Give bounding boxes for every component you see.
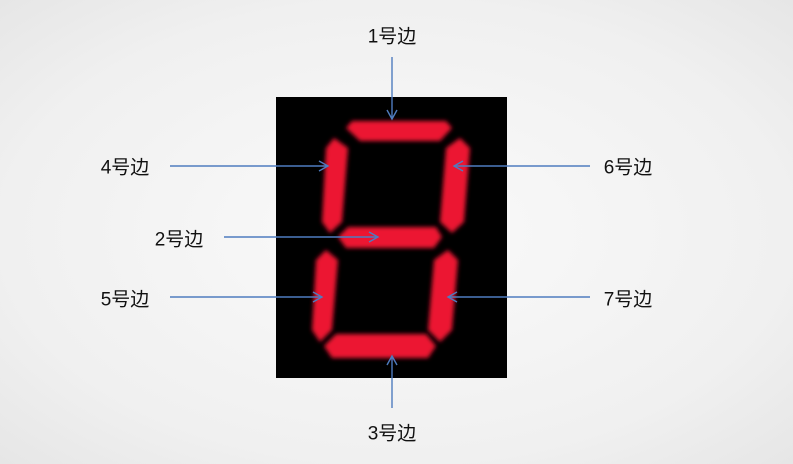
label-segment-2: 2号边 [154,229,204,251]
label-segment-3: 3号边 [367,423,417,445]
label-segment-1: 1号边 [367,26,417,48]
label-segment-6: 6号边 [603,157,653,179]
label-segment-5: 5号边 [100,289,150,311]
label-segment-4: 4号边 [100,157,150,179]
label-segment-7: 7号边 [603,289,653,311]
segment-1 [346,121,452,141]
seven-segment-diagram [170,57,590,408]
segment-3 [324,334,436,358]
